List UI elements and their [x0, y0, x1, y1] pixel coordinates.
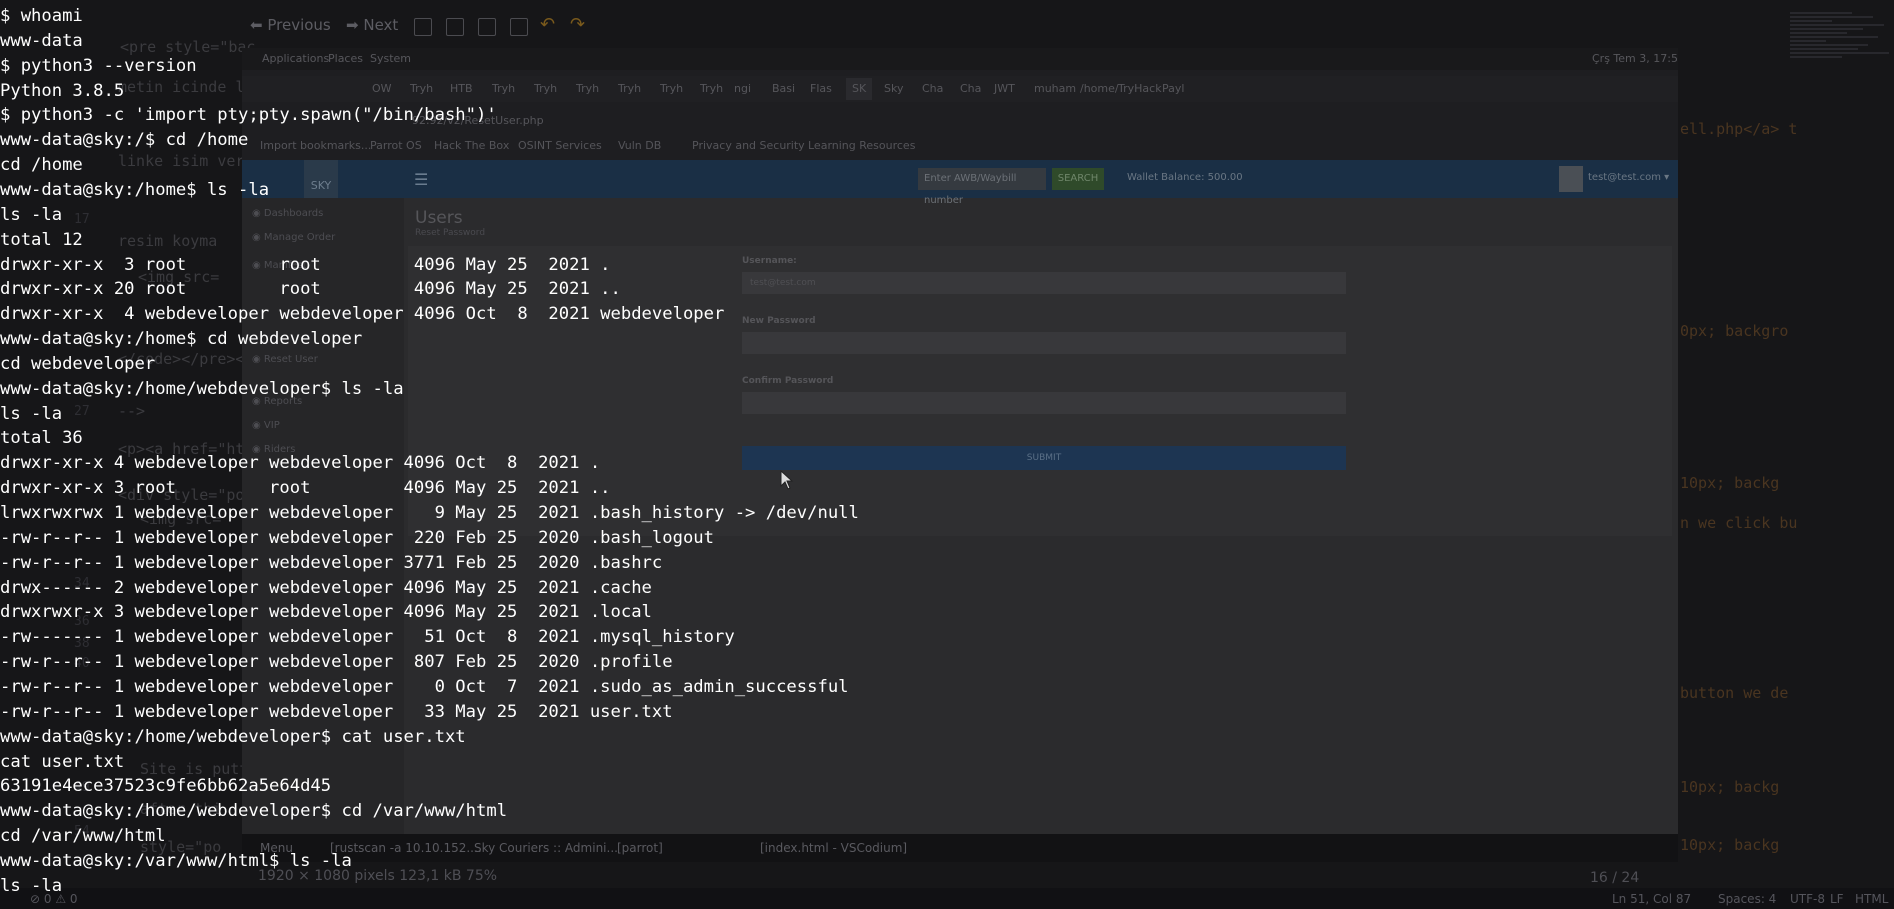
terminal-line: -rw-r--r-- 1 webdeveloper webdeveloper 0…: [0, 676, 849, 697]
terminal-line: 63191e4ece37523c9fe6bb62a5e64d45: [0, 776, 332, 797]
terminal-line: drwxrwxr-x 3 webdeveloper webdeveloper 4…: [0, 602, 652, 623]
terminal-line: www-data@sky:/$ cd /home: [0, 130, 249, 151]
terminal-line: drwxr-xr-x 3 root root 4096 May 25 2021 …: [0, 478, 611, 499]
terminal-line: -rw------- 1 webdeveloper webdeveloper 5…: [0, 627, 735, 648]
terminal-line: cat user.txt: [0, 751, 125, 772]
terminal-line: ls -la: [0, 204, 63, 225]
desktop: <pre style="bac metin icinde li linke is…: [0, 0, 1894, 909]
terminal-output[interactable]: $ whoami www-data $ python3 --version Pytho…: [0, 4, 1894, 909]
terminal-line: lrwxrwxrwx 1 webdeveloper webdeveloper 9…: [0, 503, 859, 523]
terminal-line: -rw-r--r-- 1 webdeveloper webdeveloper 3…: [0, 552, 663, 573]
terminal-line: $ python3 -c 'import pty;pty.spawn("/bin…: [0, 105, 497, 126]
terminal-line: drwxr-xr-x 3 root root 4096 May 25 2021 …: [0, 254, 611, 275]
terminal-line: -rw-r--r-- 1 webdeveloper webdeveloper 3…: [0, 701, 673, 722]
terminal-line: drwx------ 2 webdeveloper webdeveloper 4…: [0, 577, 652, 598]
terminal-line: ls -la: [0, 875, 63, 896]
terminal-line: ls -la: [0, 403, 63, 424]
terminal-line: drwxr-xr-x 4 webdeveloper webdeveloper 4…: [0, 453, 601, 474]
terminal-line: $ python3 --version: [0, 55, 197, 76]
terminal-line: www-data@sky:/home$ cd webdeveloper: [0, 329, 363, 350]
terminal-line: $ whoami: [0, 6, 83, 26]
terminal-line: drwxr-xr-x 4 webdeveloper webdeveloper 4…: [0, 304, 725, 325]
terminal-line: cd webdeveloper: [0, 353, 156, 374]
terminal-line: www-data@sky:/var/www/html$ ls -la: [0, 850, 352, 871]
terminal-line: www-data@sky:/home/webdeveloper$ cat use…: [0, 726, 466, 747]
terminal-line: -rw-r--r-- 1 webdeveloper webdeveloper 8…: [0, 652, 673, 673]
terminal-line: total 12: [0, 229, 83, 250]
terminal-line: www-data: [0, 30, 83, 51]
terminal-line: -rw-r--r-- 1 webdeveloper webdeveloper 2…: [0, 527, 714, 548]
terminal-line: www-data@sky:/home$ ls -la: [0, 179, 270, 200]
terminal-line: www-data@sky:/home/webdeveloper$ ls -la: [0, 378, 404, 399]
terminal-line: cd /home: [0, 155, 83, 176]
terminal-line: Python 3.8.5: [0, 80, 125, 101]
terminal-line: www-data@sky:/home/webdeveloper$ cd /var…: [0, 801, 508, 822]
terminal-line: cd /var/www/html: [0, 826, 166, 847]
terminal-line: drwxr-xr-x 20 root root 4096 May 25 2021…: [0, 279, 621, 300]
terminal-line: total 36: [0, 428, 83, 449]
